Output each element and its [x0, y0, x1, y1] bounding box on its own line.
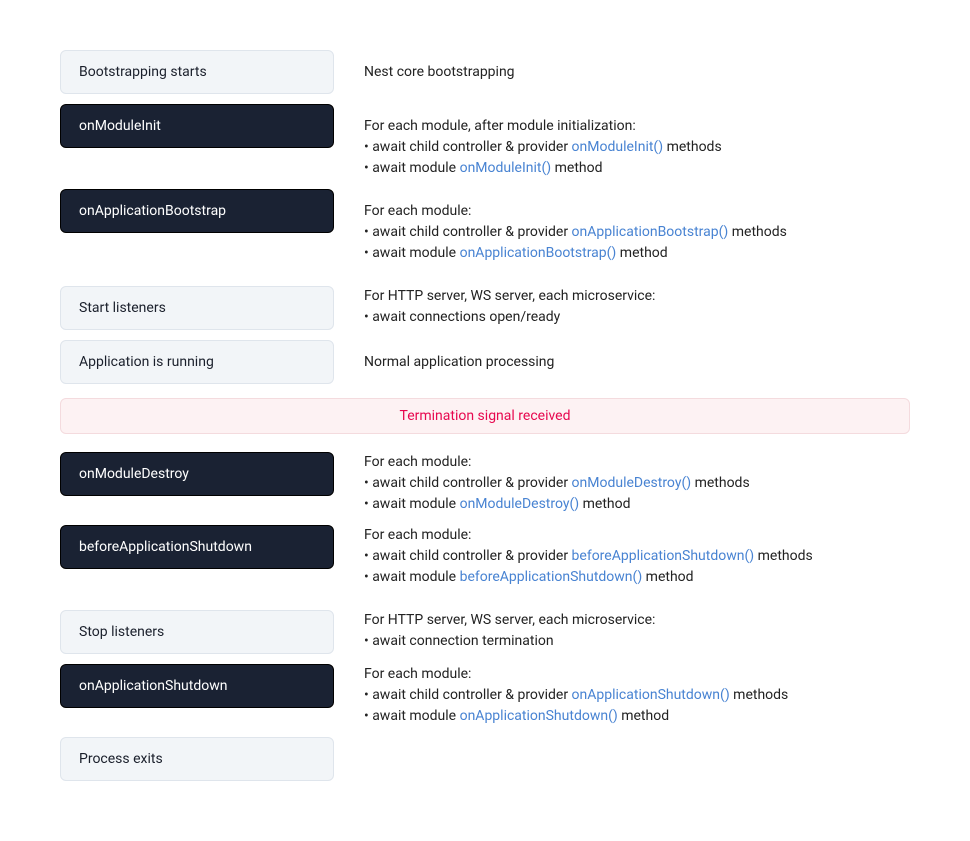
stage-on-app-shutdown: onApplicationShutdown — [60, 664, 334, 708]
desc-start-listeners: For HTTP server, WS server, each microse… — [364, 286, 910, 328]
desc-on-application-bootstrap: For each module: • await child controlle… — [364, 189, 910, 264]
stage-on-module-init: onModuleInit — [60, 104, 334, 148]
stage-stop-listeners: Stop listeners — [60, 610, 334, 654]
row-on-module-init: onModuleInit For each module, after modu… — [60, 104, 910, 179]
desc-before-app-shutdown: For each module: • await child controlle… — [364, 525, 910, 588]
row-bootstrap-starts: Bootstrapping starts Nest core bootstrap… — [60, 50, 910, 94]
link-on-app-shutdown-child[interactable]: onApplicationShutdown() — [572, 687, 730, 703]
desc-on-app-shutdown: For each module: • await child controlle… — [364, 664, 910, 727]
desc-on-module-init: For each module, after module initializa… — [364, 104, 910, 179]
row-app-running: Application is running Normal applicatio… — [60, 340, 910, 384]
link-on-app-shutdown-module[interactable]: onApplicationShutdown() — [460, 708, 618, 724]
stage-on-module-destroy: onModuleDestroy — [60, 452, 334, 496]
desc-app-running: Normal application processing — [364, 352, 910, 373]
row-start-listeners: Start listeners For HTTP server, WS serv… — [60, 286, 910, 330]
stage-bootstrapping-starts: Bootstrapping starts — [60, 50, 334, 94]
desc-stop-listeners: For HTTP server, WS server, each microse… — [364, 610, 910, 652]
row-on-app-shutdown: onApplicationShutdown For each module: •… — [60, 664, 910, 727]
link-on-application-bootstrap-module[interactable]: onApplicationBootstrap() — [460, 245, 617, 261]
stage-process-exits: Process exits — [60, 737, 334, 781]
link-on-module-init-child[interactable]: onModuleInit() — [572, 139, 664, 155]
row-before-app-shutdown: beforeApplicationShutdown For each modul… — [60, 525, 910, 588]
link-before-app-shutdown-child[interactable]: beforeApplicationShutdown() — [572, 548, 755, 564]
stage-before-app-shutdown: beforeApplicationShutdown — [60, 525, 334, 569]
stage-start-listeners: Start listeners — [60, 286, 334, 330]
row-process-exits: Process exits — [60, 737, 910, 781]
termination-banner: Termination signal received — [60, 398, 910, 434]
link-on-application-bootstrap-child[interactable]: onApplicationBootstrap() — [572, 224, 729, 240]
link-before-app-shutdown-module[interactable]: beforeApplicationShutdown() — [460, 569, 643, 585]
row-on-module-destroy: onModuleDestroy For each module: • await… — [60, 452, 910, 515]
desc-on-module-destroy: For each module: • await child controlle… — [364, 452, 910, 515]
stage-on-application-bootstrap: onApplicationBootstrap — [60, 189, 334, 233]
link-on-module-init-module[interactable]: onModuleInit() — [460, 160, 552, 176]
row-stop-listeners: Stop listeners For HTTP server, WS serve… — [60, 610, 910, 654]
desc-core-bootstrapping: Nest core bootstrapping — [364, 62, 910, 83]
link-on-module-destroy-module[interactable]: onModuleDestroy() — [460, 496, 580, 512]
stage-app-running: Application is running — [60, 340, 334, 384]
link-on-module-destroy-child[interactable]: onModuleDestroy() — [572, 475, 692, 491]
row-on-application-bootstrap: onApplicationBootstrap For each module: … — [60, 189, 910, 264]
